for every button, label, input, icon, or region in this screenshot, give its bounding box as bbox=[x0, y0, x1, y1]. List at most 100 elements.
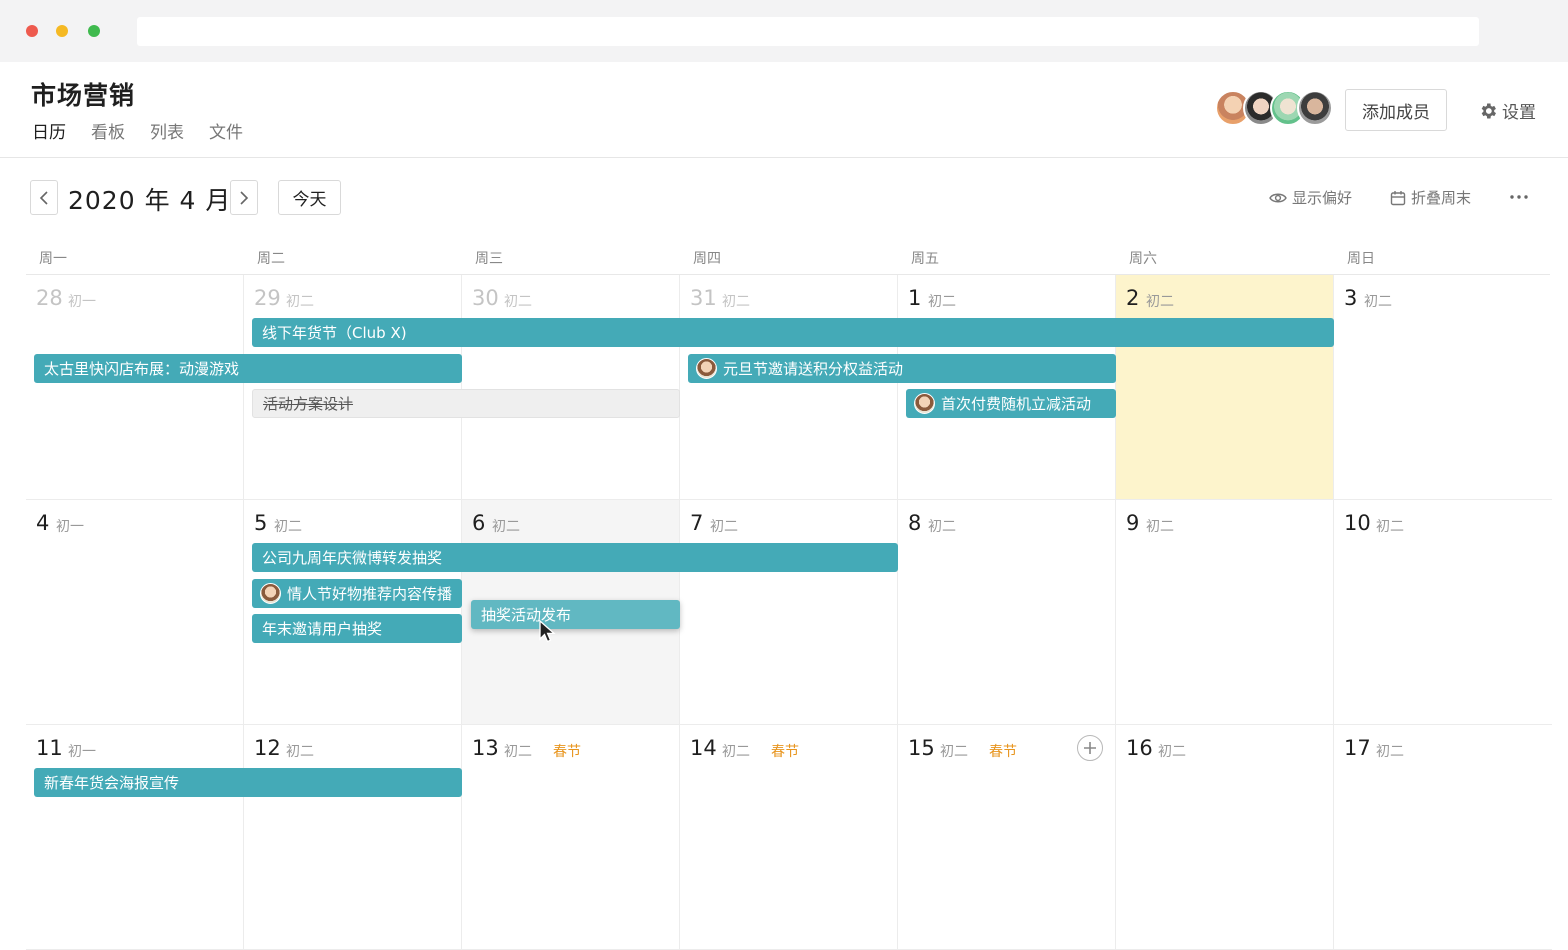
event-bar[interactable]: 情人节好物推荐内容传播 bbox=[252, 578, 462, 608]
weekday-label: 周二 bbox=[257, 251, 285, 267]
lunar-date: 初二 bbox=[1376, 744, 1404, 760]
avatar bbox=[260, 582, 281, 604]
day-cell[interactable]: 17 初二 bbox=[1334, 725, 1552, 950]
lunar-date: 初二 bbox=[1146, 519, 1174, 535]
weekday-label: 周三 bbox=[475, 251, 503, 267]
avatar[interactable] bbox=[1297, 90, 1333, 126]
avatar bbox=[696, 357, 717, 379]
tab-list[interactable]: 列表 bbox=[150, 118, 184, 143]
day-cell[interactable]: 3 初二 bbox=[1334, 275, 1552, 500]
day-cell[interactable]: 1 初二 bbox=[898, 275, 1116, 500]
day-cell[interactable]: 30 初二 bbox=[462, 275, 680, 500]
lunar-date: 初二 bbox=[1376, 519, 1404, 535]
day-cell[interactable]: 7 初二 bbox=[680, 500, 898, 725]
lunar-date: 初二 bbox=[722, 294, 750, 310]
day-number: 5 bbox=[254, 511, 268, 535]
lunar-date: 初二 bbox=[492, 519, 520, 535]
weekday-label: 周日 bbox=[1347, 251, 1375, 267]
add-member-button[interactable]: 添加成员 bbox=[1345, 89, 1447, 131]
address-bar[interactable] bbox=[137, 17, 1479, 46]
tab-calendar[interactable]: 日历 bbox=[32, 118, 66, 143]
day-cell[interactable]: 31 初二 bbox=[680, 275, 898, 500]
eye-icon bbox=[1269, 193, 1287, 202]
settings-button[interactable]: 设置 bbox=[1478, 98, 1536, 123]
day-cell[interactable]: 11 初一 bbox=[26, 725, 244, 950]
day-cell[interactable]: 2 初二 bbox=[1116, 275, 1334, 500]
holiday-label: 春节 bbox=[553, 744, 581, 760]
day-number: 2 bbox=[1126, 286, 1140, 310]
event-dragging[interactable]: 抽奖活动发布 bbox=[471, 599, 680, 629]
member-avatars[interactable] bbox=[1215, 90, 1333, 128]
event-bar[interactable]: 活动方案设计 bbox=[252, 389, 680, 418]
today-button[interactable]: 今天 bbox=[278, 180, 341, 215]
day-cell[interactable]: 9 初二 bbox=[1116, 500, 1334, 725]
event-title: 线下年货节（Club X) bbox=[262, 324, 407, 342]
day-cell[interactable]: 16 初二 bbox=[1116, 725, 1334, 950]
day-number: 31 bbox=[690, 286, 717, 310]
event-bar[interactable]: 首次付费随机立减活动 bbox=[906, 389, 1116, 418]
day-number: 12 bbox=[254, 736, 281, 760]
lunar-date: 初二 bbox=[504, 294, 532, 310]
lunar-date: 初二 bbox=[940, 744, 968, 760]
event-title: 首次付费随机立减活动 bbox=[941, 395, 1092, 413]
event-title: 抽奖活动发布 bbox=[481, 605, 572, 624]
lunar-date: 初二 bbox=[504, 744, 532, 760]
add-event-button[interactable] bbox=[1077, 735, 1103, 761]
prev-month-button[interactable] bbox=[30, 180, 58, 215]
project-tabs: 日历 看板 列表 文件 bbox=[32, 118, 268, 143]
lunar-date: 初二 bbox=[928, 294, 956, 310]
day-number: 30 bbox=[472, 286, 499, 310]
lunar-date: 初二 bbox=[710, 519, 738, 535]
window-maximize-button[interactable] bbox=[88, 25, 100, 37]
weekday-label: 周四 bbox=[693, 251, 721, 267]
window-minimize-button[interactable] bbox=[56, 25, 68, 37]
day-cell[interactable]: 29 初二 bbox=[244, 275, 462, 500]
tab-kanban[interactable]: 看板 bbox=[91, 118, 125, 143]
day-number: 7 bbox=[690, 511, 704, 535]
lunar-date: 初二 bbox=[928, 519, 956, 535]
lunar-date: 初一 bbox=[68, 744, 96, 760]
day-cell[interactable]: 12 初二 bbox=[244, 725, 462, 950]
event-title: 太古里快闪店布展：动漫游戏 bbox=[44, 359, 240, 378]
gear-icon bbox=[1481, 103, 1496, 118]
day-number: 29 bbox=[254, 286, 281, 310]
event-bar[interactable]: 公司九周年庆微博转发抽奖 bbox=[252, 543, 898, 572]
day-cell[interactable]: 14 初二 春节 bbox=[680, 725, 898, 950]
event-bar[interactable]: 年末邀请用户抽奖 bbox=[252, 614, 462, 643]
calendar-icon bbox=[1390, 190, 1406, 205]
weekday-label: 周六 bbox=[1129, 251, 1157, 267]
more-button[interactable] bbox=[1508, 186, 1530, 208]
day-cell[interactable]: 13 初二 春节 bbox=[462, 725, 680, 950]
lunar-date: 初二 bbox=[722, 744, 750, 760]
day-number: 1 bbox=[908, 286, 922, 310]
event-title: 年末邀请用户抽奖 bbox=[262, 620, 383, 638]
event-title: 情人节好物推荐内容传播 bbox=[287, 584, 453, 603]
plus-icon bbox=[1084, 742, 1096, 754]
day-cell[interactable]: 10 初二 bbox=[1334, 500, 1552, 725]
day-cell[interactable]: 15 初二 春节 bbox=[898, 725, 1116, 950]
next-month-button[interactable] bbox=[230, 180, 258, 215]
chevron-right-icon bbox=[240, 190, 249, 205]
lunar-date: 初二 bbox=[286, 294, 314, 310]
day-number: 11 bbox=[36, 736, 63, 760]
day-number: 6 bbox=[472, 511, 486, 535]
day-number: 14 bbox=[690, 736, 717, 760]
window-close-button[interactable] bbox=[26, 25, 38, 37]
avatar bbox=[914, 393, 935, 414]
display-preference-button[interactable]: 显示偏好 bbox=[1269, 187, 1352, 208]
day-cell[interactable]: 5 初二 bbox=[244, 500, 462, 725]
event-bar[interactable]: 线下年货节（Club X) bbox=[252, 318, 1334, 347]
event-bar[interactable]: 太古里快闪店布展：动漫游戏 bbox=[34, 353, 462, 383]
more-icon bbox=[1510, 195, 1528, 199]
day-cell[interactable]: 28 初一 bbox=[26, 275, 244, 500]
day-cell[interactable]: 4 初一 bbox=[26, 500, 244, 725]
event-title: 活动方案设计 bbox=[263, 395, 354, 413]
tab-files[interactable]: 文件 bbox=[209, 118, 243, 143]
day-number: 10 bbox=[1344, 511, 1371, 535]
event-bar[interactable]: 新春年货会海报宣传 bbox=[34, 768, 462, 797]
event-bar[interactable]: 元旦节邀请送积分权益活动 bbox=[688, 353, 1116, 383]
fold-weekend-button[interactable]: 折叠周末 bbox=[1390, 187, 1471, 208]
day-cell[interactable]: 8 初二 bbox=[898, 500, 1116, 725]
display-preference-label: 显示偏好 bbox=[1292, 189, 1353, 207]
chevron-left-icon bbox=[39, 190, 48, 205]
